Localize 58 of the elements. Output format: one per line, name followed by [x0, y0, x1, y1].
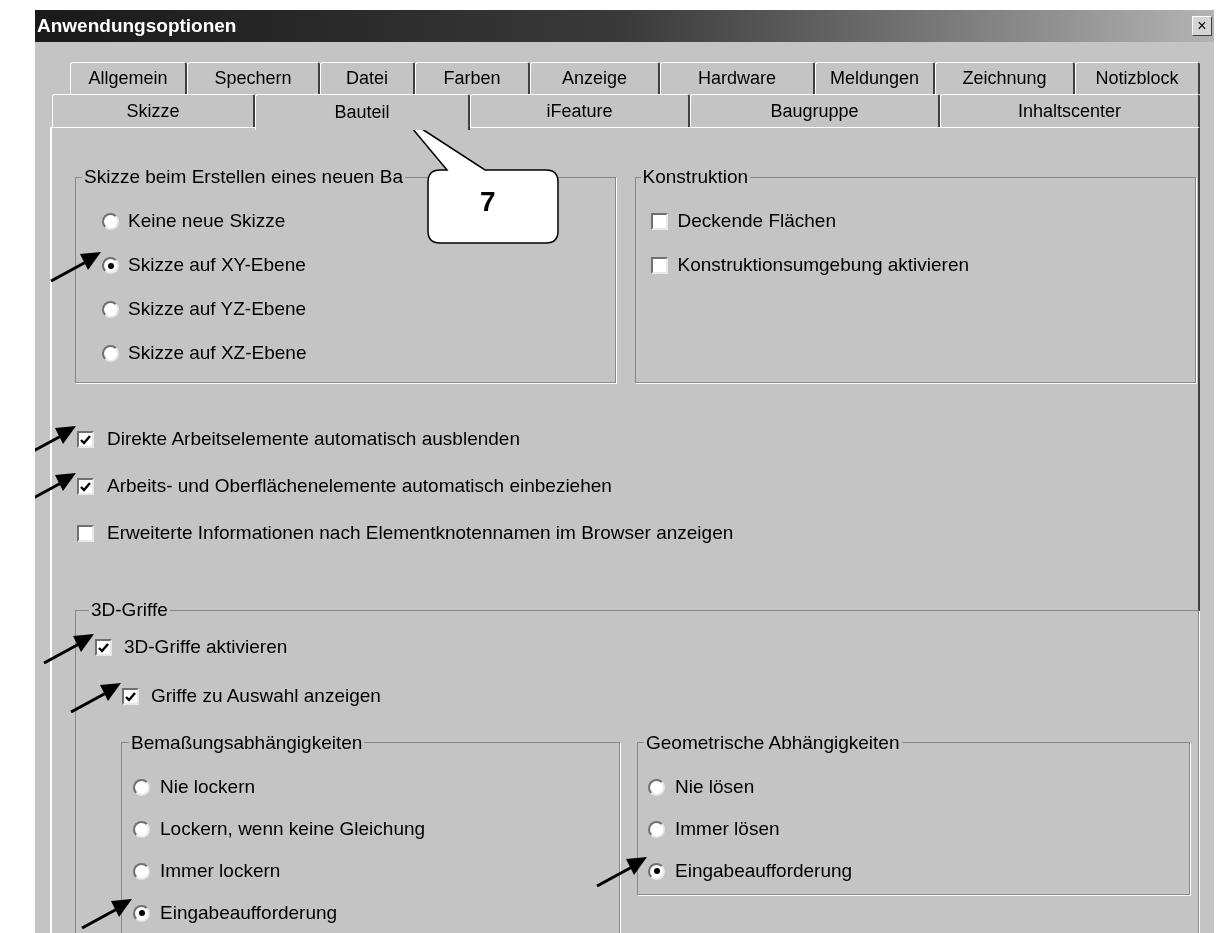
tab[interactable]: Meldungen [815, 62, 935, 94]
checkbox-label: Griffe zu Auswahl anzeigen [151, 684, 381, 709]
checkbox-label: Direkte Arbeitselemente automatisch ausblenden [107, 427, 520, 452]
radio-button[interactable] [102, 213, 119, 230]
tab[interactable]: Bauteil [255, 94, 470, 130]
radio-button[interactable] [648, 778, 665, 796]
checkbox[interactable] [95, 639, 112, 656]
group-title: Geometrische Abhängigkeiten [645, 730, 901, 755]
radio-button[interactable] [133, 820, 150, 838]
tab[interactable]: Allgemein [70, 62, 187, 94]
radio-label: Nie lösen [675, 774, 755, 799]
radio-label: Eingabeaufforderung [675, 858, 853, 883]
checkbox[interactable] [77, 525, 94, 542]
radio-label: Keine neue Skizze [128, 209, 286, 234]
radio-button[interactable] [133, 862, 150, 880]
tab[interactable]: Notizblock [1075, 62, 1200, 94]
group-title: Bemaßungsabhängigkeiten [130, 730, 364, 755]
radio-button[interactable] [648, 820, 665, 838]
radio-button[interactable] [648, 862, 665, 880]
checkbox-label: Erweiterte Informationen nach Elementknotennamen im Browser anzeigen [107, 521, 734, 546]
tab[interactable]: Hardware [660, 62, 815, 94]
checkbox[interactable] [122, 688, 139, 705]
tab[interactable]: Farben [415, 62, 530, 94]
callout-number: 7 [480, 188, 496, 216]
checkbox[interactable] [77, 431, 94, 448]
checkbox-label: 3D-Griffe aktivieren [124, 635, 288, 660]
tab[interactable]: Zeichnung [935, 62, 1075, 94]
checkbox[interactable] [650, 213, 668, 230]
checkbox[interactable] [77, 478, 94, 495]
close-button[interactable]: × [1192, 16, 1212, 36]
radio-label: Skizze auf XZ-Ebene [128, 341, 307, 366]
group-title: Konstruktion [641, 165, 750, 189]
tab[interactable]: Spechern [187, 62, 320, 94]
tab[interactable]: Datei [320, 62, 415, 94]
radio-button[interactable] [133, 778, 150, 796]
radio-label: Eingabeaufforderung [160, 900, 338, 925]
radio-label: Nie lockern [160, 774, 256, 799]
group-title: 3D-Griffe [90, 598, 169, 622]
radio-button[interactable] [102, 301, 119, 318]
radio-label: Immer lösen [675, 816, 780, 841]
radio-label: Immer lockern [160, 858, 281, 883]
tab[interactable]: Inhaltscenter [940, 94, 1200, 127]
tab[interactable]: Anzeige [530, 62, 660, 94]
checkbox-label: Konstruktionsumgebung aktivieren [677, 253, 970, 278]
radio-label: Skizze auf XY-Ebene [128, 253, 306, 278]
radio-label: Lockern, wenn keine Gleichung [160, 816, 426, 841]
tab[interactable]: Baugruppe [690, 94, 940, 127]
checkbox[interactable] [650, 257, 668, 274]
checkbox-label: Arbeits- und Oberflächenelemente automatisch einbeziehen [107, 474, 612, 499]
tab[interactable]: iFeature [470, 94, 690, 127]
radio-button[interactable] [133, 904, 150, 922]
radio-button[interactable] [102, 345, 119, 362]
tab[interactable]: Skizze [52, 94, 255, 127]
window-title: Anwendungsoptionen [37, 13, 237, 38]
group-title: Skizze beim Erstellen eines neuen Ba [83, 165, 404, 189]
radio-label: Skizze auf YZ-Ebene [128, 297, 307, 322]
radio-button[interactable] [102, 257, 119, 274]
checkbox-label: Deckende Flächen [677, 209, 836, 234]
